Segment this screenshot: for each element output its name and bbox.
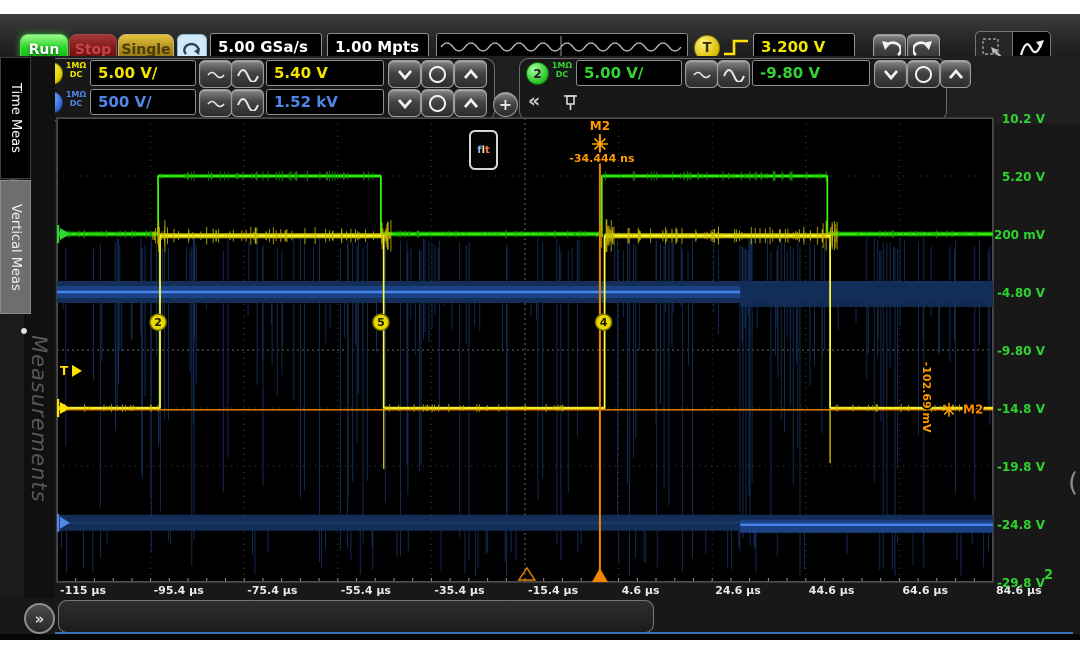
channel-2-scale-large-button[interactable]: [717, 60, 750, 88]
plus-icon: +: [499, 95, 512, 114]
flt-badge: flt: [469, 130, 498, 170]
channel-2-scale-value: 5.00 V/: [584, 64, 643, 82]
waveform-canvas: M2 -34.444 ns M2 -102.69 mV 2 5 4 T: [57, 118, 993, 586]
m2-time-value: -34.444 ns: [569, 152, 635, 165]
large-wave-icon: [236, 95, 260, 111]
chevron-up-icon: [947, 68, 965, 81]
channel-2-scale-display[interactable]: 5.00 V/: [576, 60, 682, 86]
chevron-up-icon: [462, 97, 480, 110]
channel-1-offset-knob-button[interactable]: [421, 60, 454, 88]
channel-2-offset-up-button[interactable]: [940, 60, 971, 88]
measurements-watermark-text: Measurements: [27, 335, 51, 503]
channel-1-trace: [57, 236, 993, 408]
channel-2-impedance-label: 1MΩDC: [549, 61, 575, 84]
channel-3-scale-large-button[interactable]: [231, 89, 264, 117]
ring-icon: [915, 66, 932, 83]
flt-letter: t: [485, 145, 490, 156]
channel-collapse-button[interactable]: «: [528, 90, 540, 112]
channel-2-offset-down-button[interactable]: [874, 60, 907, 88]
m2-voltage-value: -102.69 mV: [920, 362, 933, 433]
channel-1-scale-value: 5.00 V/: [98, 64, 157, 82]
channel-2-badge[interactable]: 2: [526, 62, 549, 85]
channel-1-offset-value: 5.40 V: [274, 64, 328, 82]
tab-vertical-meas-label: Vertical Meas: [8, 204, 23, 291]
trigger-level-marker: [72, 365, 82, 377]
impedance-value: 1MΩ: [66, 61, 86, 70]
channel-3-offset-down-button[interactable]: [388, 89, 421, 117]
channel-3-scale-value: 500 V/: [98, 93, 152, 111]
coupling-value: DC: [70, 70, 83, 79]
coupling-value: DC: [70, 99, 83, 108]
collapse-chevrons-icon: «: [528, 90, 540, 112]
sample-rate-value: 5.00 GSa/s: [218, 38, 308, 56]
channel-3-offset-up-button[interactable]: [454, 89, 487, 117]
tab-time-meas-label: Time Meas: [8, 83, 23, 153]
small-wave-icon: [206, 67, 226, 81]
chevron-down-icon: [396, 68, 414, 81]
channel-3-scale-small-button[interactable]: [199, 89, 232, 117]
channel-2-offset-knob-button[interactable]: [907, 60, 940, 88]
channel-1-offset-display[interactable]: 5.40 V: [266, 60, 384, 86]
ring-icon: [429, 66, 446, 83]
add-channel-button[interactable]: +: [493, 92, 518, 117]
impedance-value: 1MΩ: [66, 90, 86, 99]
trigger-level-value: 3.200 V: [761, 38, 825, 56]
trigger-slope-icon[interactable]: [722, 36, 750, 58]
small-wave-icon: [692, 67, 712, 81]
large-wave-icon: [236, 66, 260, 82]
channel-3-offset-display[interactable]: 1.52 kV: [266, 89, 384, 115]
channel-3-offset-value: 1.52 kV: [274, 93, 338, 111]
ring-icon: [429, 95, 446, 112]
channel-2-ground-marker: [60, 228, 70, 240]
channel-2-offset-value: -9.80 V: [760, 64, 820, 82]
horizontal-toolbar: » H 20.0 µs/ -15.3780000 µs Z «: [0, 598, 1080, 634]
channel-3-scale-display[interactable]: 500 V/: [90, 89, 196, 115]
top-toolbar: Run Stop Single 5.00 GSa/s 1.00 Mpts T 3…: [0, 14, 1080, 59]
channel-3-impedance-label: 1MΩDC: [63, 90, 89, 113]
channel-1-offset-up-button[interactable]: [454, 60, 487, 88]
chevron-down-icon: [882, 68, 900, 81]
channel-1-impedance-label: 1MΩDC: [63, 61, 89, 84]
m2-top-label: M2: [590, 119, 610, 133]
expand-button[interactable]: »: [24, 603, 55, 634]
channel-1-scale-display[interactable]: 5.00 V/: [90, 60, 196, 86]
large-wave-icon: [722, 66, 746, 82]
bottom-edge: [0, 634, 1080, 640]
measurements-watermark: Measurements: [27, 335, 51, 503]
horizontal-group: [58, 600, 654, 633]
channel-1-scale-small-button[interactable]: [199, 60, 232, 88]
trigger-time-marker: [592, 568, 608, 582]
edge-marker-number: 4: [600, 316, 608, 329]
channel-1-scale-large-button[interactable]: [231, 60, 264, 88]
channel-axis-indicator-value: 2: [1044, 568, 1053, 583]
memory-depth-value: 1.00 Mpts: [335, 38, 419, 56]
edge-marker-number: 2: [154, 316, 162, 329]
impedance-value: 1MΩ: [552, 61, 572, 70]
channel-axis-indicator: 2: [1044, 568, 1053, 583]
channel-1-offset-down-button[interactable]: [388, 60, 421, 88]
trigger-badge-label: T: [703, 41, 712, 56]
channel-pin-button[interactable]: [563, 94, 578, 115]
small-wave-icon: [206, 96, 226, 110]
edge-marker-number: 5: [377, 316, 385, 329]
panel-handle[interactable]: (: [1068, 468, 1078, 498]
channel-2-scale-small-button[interactable]: [685, 60, 718, 88]
chevron-up-icon: [462, 68, 480, 81]
time-reference-marker: [519, 568, 535, 580]
waveform-display[interactable]: M2 -34.444 ns M2 -102.69 mV 2 5 4 T: [57, 118, 993, 582]
coupling-value: DC: [556, 70, 569, 79]
chevron-down-icon: [396, 97, 414, 110]
tab-vertical-meas[interactable]: Vertical Meas: [0, 180, 31, 314]
tab-time-meas[interactable]: Time Meas: [0, 57, 31, 179]
channel-3-offset-knob-button[interactable]: [421, 89, 454, 117]
channel-2-number: 2: [533, 67, 541, 81]
trigger-level-label: T: [60, 364, 69, 378]
m2-right-label: M2: [963, 403, 983, 417]
channel-1-ground-marker: [60, 402, 70, 414]
pin-icon: [563, 94, 578, 111]
channel-2-offset-display[interactable]: -9.80 V: [752, 60, 870, 86]
expand-chevrons-icon: »: [35, 610, 45, 628]
divider-handle[interactable]: [21, 328, 27, 334]
oscilloscope-app: Run Stop Single 5.00 GSa/s 1.00 Mpts T 3…: [0, 0, 1080, 645]
